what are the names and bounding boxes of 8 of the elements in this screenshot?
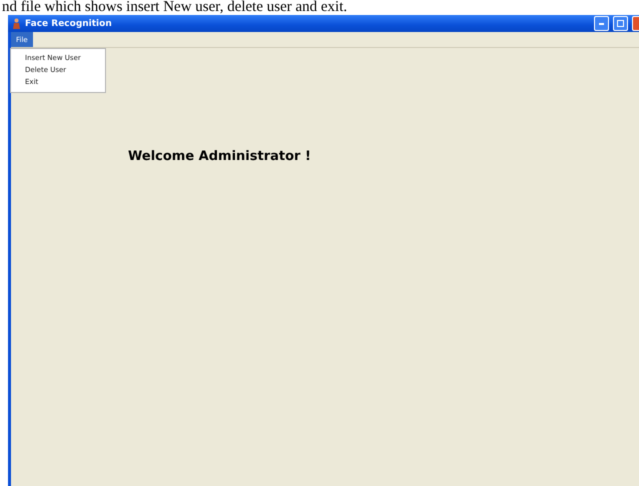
minimize-button[interactable]	[594, 16, 609, 31]
maximize-button[interactable]	[613, 16, 628, 31]
window-title: Face Recognition	[25, 18, 113, 28]
app-icon	[12, 18, 21, 29]
maximize-icon	[617, 20, 624, 27]
minimize-icon	[599, 22, 604, 24]
welcome-heading: Welcome Administrator !	[128, 149, 312, 164]
caption-text: nd file which shows insert New user, delete user and exit.	[2, 0, 348, 15]
